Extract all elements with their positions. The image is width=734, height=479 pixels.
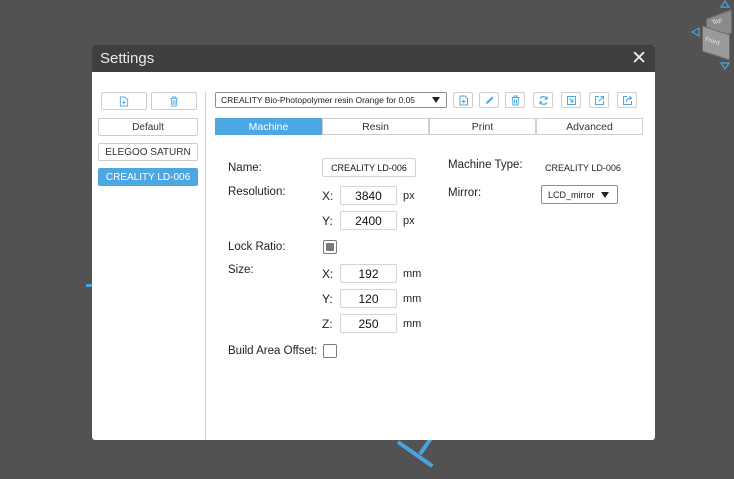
- import-resin-button[interactable]: [561, 92, 581, 108]
- tab-machine[interactable]: Machine: [215, 118, 322, 135]
- size-y-input[interactable]: 120: [340, 289, 397, 308]
- build-area-offset-checkbox[interactable]: [323, 344, 337, 358]
- rotate-up-arrow-icon[interactable]: [720, 0, 730, 8]
- profile-item-default[interactable]: Default: [98, 118, 198, 136]
- size-x-axis: X:: [322, 267, 334, 281]
- close-icon[interactable]: ✕: [631, 49, 647, 68]
- sidebar-divider: [205, 92, 206, 440]
- build-area-offset-label: Build Area Offset:: [228, 345, 318, 357]
- lock-ratio-label: Lock Ratio:: [228, 241, 286, 253]
- resolution-x-axis: X:: [322, 189, 334, 203]
- dialog-title: Settings: [100, 50, 155, 67]
- tab-print[interactable]: Print: [429, 118, 536, 135]
- size-x-unit: mm: [403, 268, 422, 280]
- caret-down-icon: [601, 192, 609, 198]
- name-input[interactable]: CREALITY LD-006: [322, 158, 416, 177]
- edit-resin-button[interactable]: [479, 92, 499, 108]
- tab-resin[interactable]: Resin: [322, 118, 429, 135]
- export-icon: [594, 95, 604, 105]
- size-z-input[interactable]: 250: [340, 314, 397, 333]
- size-x-input[interactable]: 192: [340, 264, 397, 283]
- settings-tabs: Machine Resin Print Advanced: [215, 118, 643, 135]
- size-y-axis: Y:: [322, 292, 333, 306]
- size-z-unit: mm: [403, 318, 422, 330]
- mirror-label: Mirror:: [448, 187, 482, 199]
- size-y-unit: mm: [403, 293, 422, 305]
- new-resin-button[interactable]: [453, 92, 473, 108]
- delete-resin-button[interactable]: [505, 92, 525, 108]
- resin-profile-value: CREALITY Bio-Photopolymer resin Orange f…: [221, 95, 416, 105]
- resolution-y-input[interactable]: 2400: [340, 211, 397, 230]
- delete-profile-button[interactable]: [151, 92, 197, 110]
- caret-down-icon: [432, 97, 440, 103]
- resolution-x-input[interactable]: 3840: [340, 186, 397, 205]
- trash-icon: [170, 95, 178, 107]
- import-icon: [566, 95, 576, 105]
- mirror-select[interactable]: LCD_mirror: [541, 185, 618, 204]
- trash-icon: [511, 95, 519, 105]
- size-label: Size:: [228, 264, 254, 276]
- reset-resin-button[interactable]: [533, 92, 553, 108]
- refresh-icon: [538, 95, 548, 105]
- machine-type-value: CREALITY LD-006: [545, 163, 621, 173]
- rotate-left-arrow-icon[interactable]: [690, 26, 700, 38]
- resolution-y-unit: px: [403, 215, 415, 227]
- dialog-titlebar[interactable]: Settings ✕: [92, 45, 655, 72]
- view-cube[interactable]: Top Front: [688, 0, 734, 74]
- resolution-y-axis: Y:: [322, 214, 333, 228]
- resolution-label: Resolution:: [228, 186, 286, 198]
- profile-sidebar: Default ELEGOO SATURN CREALITY LD-006: [92, 72, 205, 440]
- size-z-axis: Z:: [322, 317, 333, 331]
- rotate-down-arrow-icon[interactable]: [720, 62, 730, 70]
- profile-item-elegoo-saturn[interactable]: ELEGOO SATURN: [98, 143, 198, 161]
- export-resin-button[interactable]: [589, 92, 609, 108]
- edit-icon: [485, 96, 493, 104]
- lock-ratio-checkbox[interactable]: [323, 240, 337, 254]
- new-file-icon: [119, 95, 129, 107]
- add-profile-button[interactable]: [101, 92, 147, 110]
- tab-advanced[interactable]: Advanced: [536, 118, 643, 135]
- resolution-x-unit: px: [403, 190, 415, 202]
- new-file-icon: [459, 95, 468, 105]
- profile-item-creality-ld-006[interactable]: CREALITY LD-006: [98, 168, 198, 186]
- settings-dialog: Settings ✕ Default ELEGOO SATURN CREALIT…: [92, 45, 655, 440]
- machine-type-label: Machine Type:: [448, 159, 523, 171]
- mirror-value: LCD_mirror: [548, 189, 595, 200]
- share-icon: [622, 95, 632, 105]
- name-label: Name:: [228, 162, 262, 174]
- resin-profile-select[interactable]: CREALITY Bio-Photopolymer resin Orange f…: [215, 92, 447, 108]
- share-resin-button[interactable]: [617, 92, 637, 108]
